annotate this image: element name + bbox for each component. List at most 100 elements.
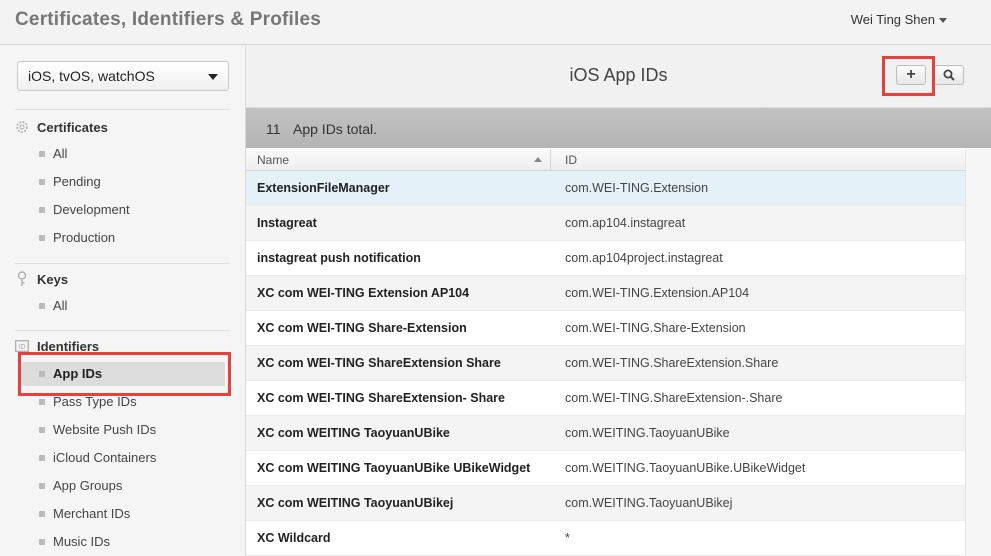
certificate-icon bbox=[15, 120, 29, 134]
bullet-icon bbox=[39, 151, 45, 158]
sidebar-item-label: Music IDs bbox=[53, 534, 111, 549]
divider bbox=[15, 330, 229, 331]
id-icon: ID bbox=[15, 339, 29, 353]
column-header-name[interactable]: Name bbox=[246, 149, 551, 171]
bullet-icon bbox=[39, 303, 45, 310]
key-icon bbox=[15, 271, 29, 286]
app-id-bundle-id: * bbox=[565, 531, 570, 545]
table-row[interactable]: XC com WEITING TaoyuanUBikej com.WEITING.… bbox=[246, 486, 965, 521]
search-button[interactable] bbox=[934, 65, 964, 85]
sidebar-item-pending[interactable]: Pending bbox=[25, 170, 225, 194]
column-header-label: Name bbox=[257, 153, 290, 167]
svg-text:ID: ID bbox=[18, 343, 25, 351]
sidebar-item-label: All bbox=[53, 146, 68, 161]
sidebar-item-app-groups[interactable]: App Groups bbox=[25, 474, 225, 498]
scrollbar[interactable] bbox=[965, 149, 991, 556]
app-id-name: instagreat push notification bbox=[257, 251, 421, 265]
page-title: iOS App IDs bbox=[569, 65, 668, 85]
user-name: Wei Ting Shen bbox=[850, 12, 935, 27]
divider bbox=[15, 263, 229, 264]
sidebar-item-label: Pending bbox=[53, 174, 101, 189]
app-id-name: XC com WEITING TaoyuanUBike UBikeWidget bbox=[257, 461, 531, 475]
app-id-bundle-id: com.WEI-TING.Extension.AP104 bbox=[565, 286, 750, 300]
bullet-icon bbox=[39, 511, 45, 518]
app-id-name: XC com WEI-TING ShareExtension- Share bbox=[257, 391, 505, 405]
main-header: iOS App IDs + bbox=[246, 45, 991, 108]
bullet-icon bbox=[39, 207, 45, 214]
bullet-icon bbox=[39, 539, 45, 546]
sidebar-item-music-ids[interactable]: Music IDs bbox=[25, 530, 225, 554]
sidebar-item-development[interactable]: Development bbox=[25, 198, 225, 222]
sidebar-item-label: Website Push IDs bbox=[53, 422, 157, 437]
search-icon bbox=[943, 69, 955, 81]
table-row[interactable]: XC com WEI-TING Extension AP104 com.WEI-T… bbox=[246, 276, 965, 311]
bullet-icon bbox=[39, 179, 45, 186]
sidebar-item-label: Development bbox=[53, 202, 130, 217]
table-row[interactable]: XC com WEI-TING Share-Extension com.WEI-T… bbox=[246, 311, 965, 346]
bullet-icon bbox=[39, 399, 45, 406]
plus-icon: + bbox=[906, 66, 916, 83]
app-id-name: XC com WEITING TaoyuanUBikej bbox=[257, 496, 454, 510]
user-menu[interactable]: Wei Ting Shen bbox=[851, 12, 947, 27]
column-header-label: ID bbox=[565, 153, 577, 167]
sidebar-item-label: App IDs bbox=[53, 366, 103, 381]
add-button[interactable]: + bbox=[896, 65, 926, 85]
app-id-name: ExtensionFileManager bbox=[257, 181, 390, 195]
chevron-down-icon bbox=[208, 74, 218, 80]
sidebar-item-label: Pass Type IDs bbox=[53, 394, 137, 409]
sidebar-item-label: App Groups bbox=[53, 478, 123, 493]
platform-select[interactable]: iOS, tvOS, watchOS bbox=[17, 61, 229, 91]
main-panel: iOS App IDs + 11 App IDs total. Name ID … bbox=[246, 45, 991, 556]
sidebar: iOS, tvOS, watchOS Certificates All Pend… bbox=[0, 45, 246, 556]
divider bbox=[15, 109, 229, 110]
app-title: Certificates, Identifiers & Profiles bbox=[15, 9, 322, 30]
app-id-bundle-id: com.ap104.instagreat bbox=[565, 216, 686, 230]
sidebar-item-merchant-ids[interactable]: Merchant IDs bbox=[25, 502, 225, 526]
column-header-id[interactable]: ID bbox=[551, 149, 965, 171]
sidebar-item-certificates-all[interactable]: All bbox=[25, 142, 225, 166]
sidebar-item-keys-all[interactable]: All bbox=[25, 294, 225, 318]
app-id-count-label: App IDs total. bbox=[293, 121, 378, 137]
app-id-bundle-id: com.WEI-TING.ShareExtension-.Share bbox=[565, 391, 783, 405]
app-id-name: XC com WEI-TING ShareExtension Share bbox=[257, 356, 501, 370]
sort-ascending-icon bbox=[534, 157, 542, 162]
bullet-icon bbox=[39, 235, 45, 242]
app-id-name: XC com WEI-TING Share-Extension bbox=[257, 321, 467, 335]
section-title-keys: Keys bbox=[37, 272, 69, 287]
sidebar-item-label: Merchant IDs bbox=[53, 506, 131, 521]
app-id-bundle-id: com.WEI-TING.Extension bbox=[565, 181, 709, 195]
sidebar-item-icloud-containers[interactable]: iCloud Containers bbox=[25, 446, 225, 470]
platform-select-value: iOS, tvOS, watchOS bbox=[28, 68, 155, 84]
bullet-icon bbox=[39, 371, 45, 378]
table-row[interactable]: Instagreat com.ap104.instagreat bbox=[246, 206, 965, 241]
table-row[interactable]: XC com WEI-TING ShareExtension- Share com… bbox=[246, 381, 965, 416]
section-title-certificates: Certificates bbox=[37, 120, 108, 135]
bullet-icon bbox=[39, 455, 45, 462]
app-id-bundle-id: com.ap104project.instagreat bbox=[565, 251, 723, 265]
count-bar: 11 App IDs total. bbox=[246, 108, 991, 148]
bullet-icon bbox=[39, 483, 45, 490]
table-row[interactable]: XC com WEITING TaoyuanUBike UBikeWidget c… bbox=[246, 451, 965, 486]
app-id-name: XC com WEITING TaoyuanUBike bbox=[257, 426, 450, 440]
table-row[interactable]: XC com WEITING TaoyuanUBike com.WEITING.T… bbox=[246, 416, 965, 451]
section-title-identifiers: Identifiers bbox=[37, 339, 100, 354]
sidebar-item-pass-type-ids[interactable]: Pass Type IDs bbox=[25, 390, 225, 414]
app-id-bundle-id: com.WEITING.TaoyuanUBike bbox=[565, 426, 730, 440]
table-row[interactable]: XC Wildcard * bbox=[246, 521, 965, 556]
sidebar-item-app-ids[interactable]: App IDs bbox=[21, 362, 225, 386]
caret-down-icon bbox=[939, 18, 947, 24]
sidebar-item-label: Production bbox=[53, 230, 116, 245]
app-id-name: XC Wildcard bbox=[257, 531, 331, 545]
top-bar: Certificates, Identifiers & Profiles Wei… bbox=[0, 0, 991, 45]
table-row[interactable]: XC com WEI-TING ShareExtension Share com.… bbox=[246, 346, 965, 381]
app-id-bundle-id: com.WEITING.TaoyuanUBikej bbox=[565, 496, 733, 510]
sidebar-item-production[interactable]: Production bbox=[25, 226, 225, 250]
sidebar-item-website-push-ids[interactable]: Website Push IDs bbox=[25, 418, 225, 442]
app-id-bundle-id: com.WEI-TING.Share-Extension bbox=[565, 321, 746, 335]
table-row[interactable]: ExtensionFileManager com.WEI-TING.Extensi… bbox=[246, 171, 965, 206]
app-id-bundle-id: com.WEITING.TaoyuanUBike.UBikeWidget bbox=[565, 461, 806, 475]
table-row[interactable]: instagreat push notification com.ap104pro… bbox=[246, 241, 965, 276]
app-id-name: XC com WEI-TING Extension AP104 bbox=[257, 286, 470, 300]
sidebar-item-label: iCloud Containers bbox=[53, 450, 157, 465]
app-id-name: Instagreat bbox=[257, 216, 317, 230]
